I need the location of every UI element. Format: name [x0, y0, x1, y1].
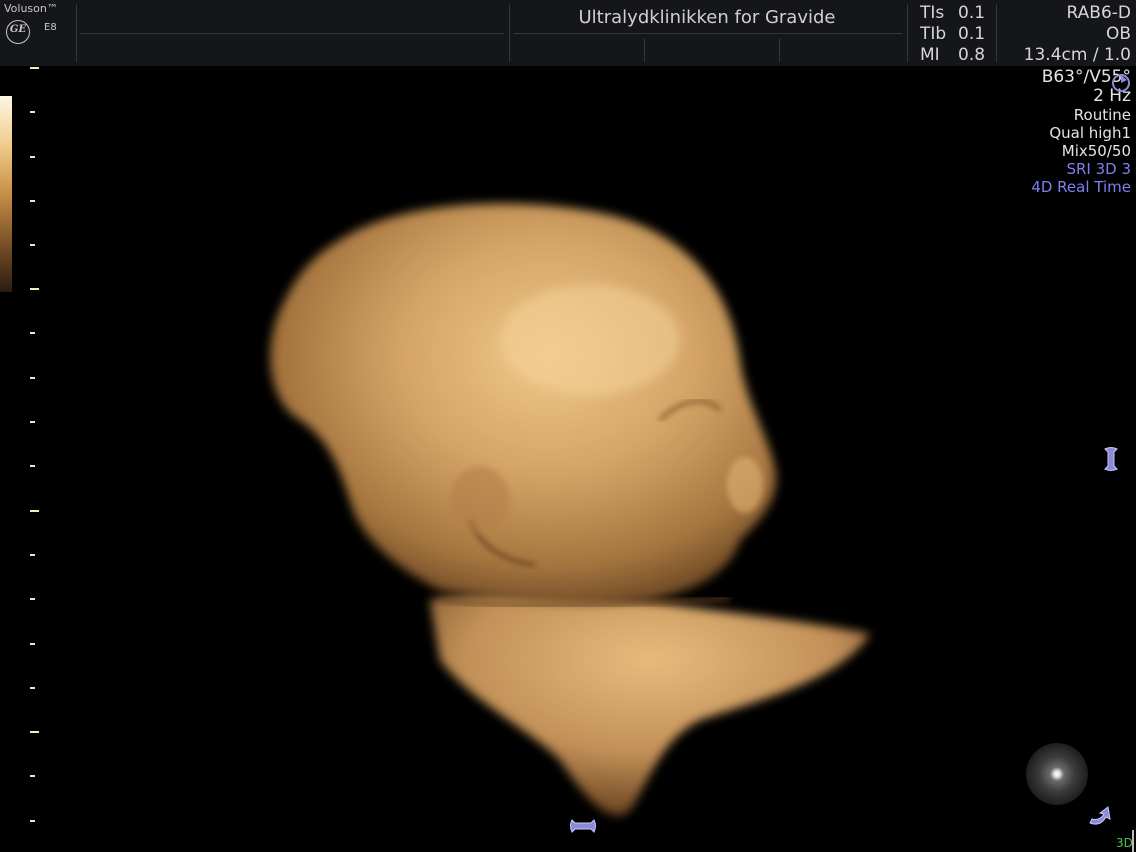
depth-readout: 13.4cm / 1.0 — [1023, 45, 1131, 65]
header-divider — [76, 4, 77, 62]
render-mode-label: 3D — [1116, 836, 1133, 850]
logo-text: GE — [9, 24, 27, 35]
light-source-icon[interactable] — [1026, 743, 1088, 805]
header-divider — [779, 38, 780, 62]
header-rule — [514, 33, 902, 34]
ge-logo-icon: GE — [6, 20, 30, 44]
mi-label: MI — [920, 45, 940, 65]
header-divider — [509, 4, 510, 62]
tis-value: 0.1 — [958, 3, 986, 23]
header-bar: Voluson™ GE E8 Ultralydklinikken for Gra… — [0, 0, 1136, 66]
brand-label: Voluson™ — [4, 2, 58, 15]
header-divider — [644, 38, 645, 62]
model-label: E8 — [44, 22, 57, 33]
z-rotate-icon[interactable] — [1086, 803, 1114, 829]
frame-corner — [1132, 830, 1134, 852]
application-readout: OB — [1105, 24, 1131, 44]
fetal-3d-render — [270, 203, 870, 816]
header-rule — [80, 33, 504, 34]
horizontal-axis-icon[interactable] — [569, 815, 597, 837]
tib-label: TIb — [920, 24, 947, 44]
header-divider — [996, 4, 997, 62]
mi-value: 0.8 — [958, 45, 986, 65]
tib-value: 0.1 — [958, 24, 986, 44]
vertical-axis-icon[interactable] — [1100, 446, 1122, 472]
ultrasound-screen: Voluson™ GE E8 Ultralydklinikken for Gra… — [0, 0, 1136, 852]
probe-readout: RAB6-D — [1066, 3, 1131, 23]
header-divider — [907, 4, 908, 62]
tis-label: TIs — [920, 3, 945, 23]
clinic-name: Ultralydklinikken for Gravide — [578, 7, 836, 28]
